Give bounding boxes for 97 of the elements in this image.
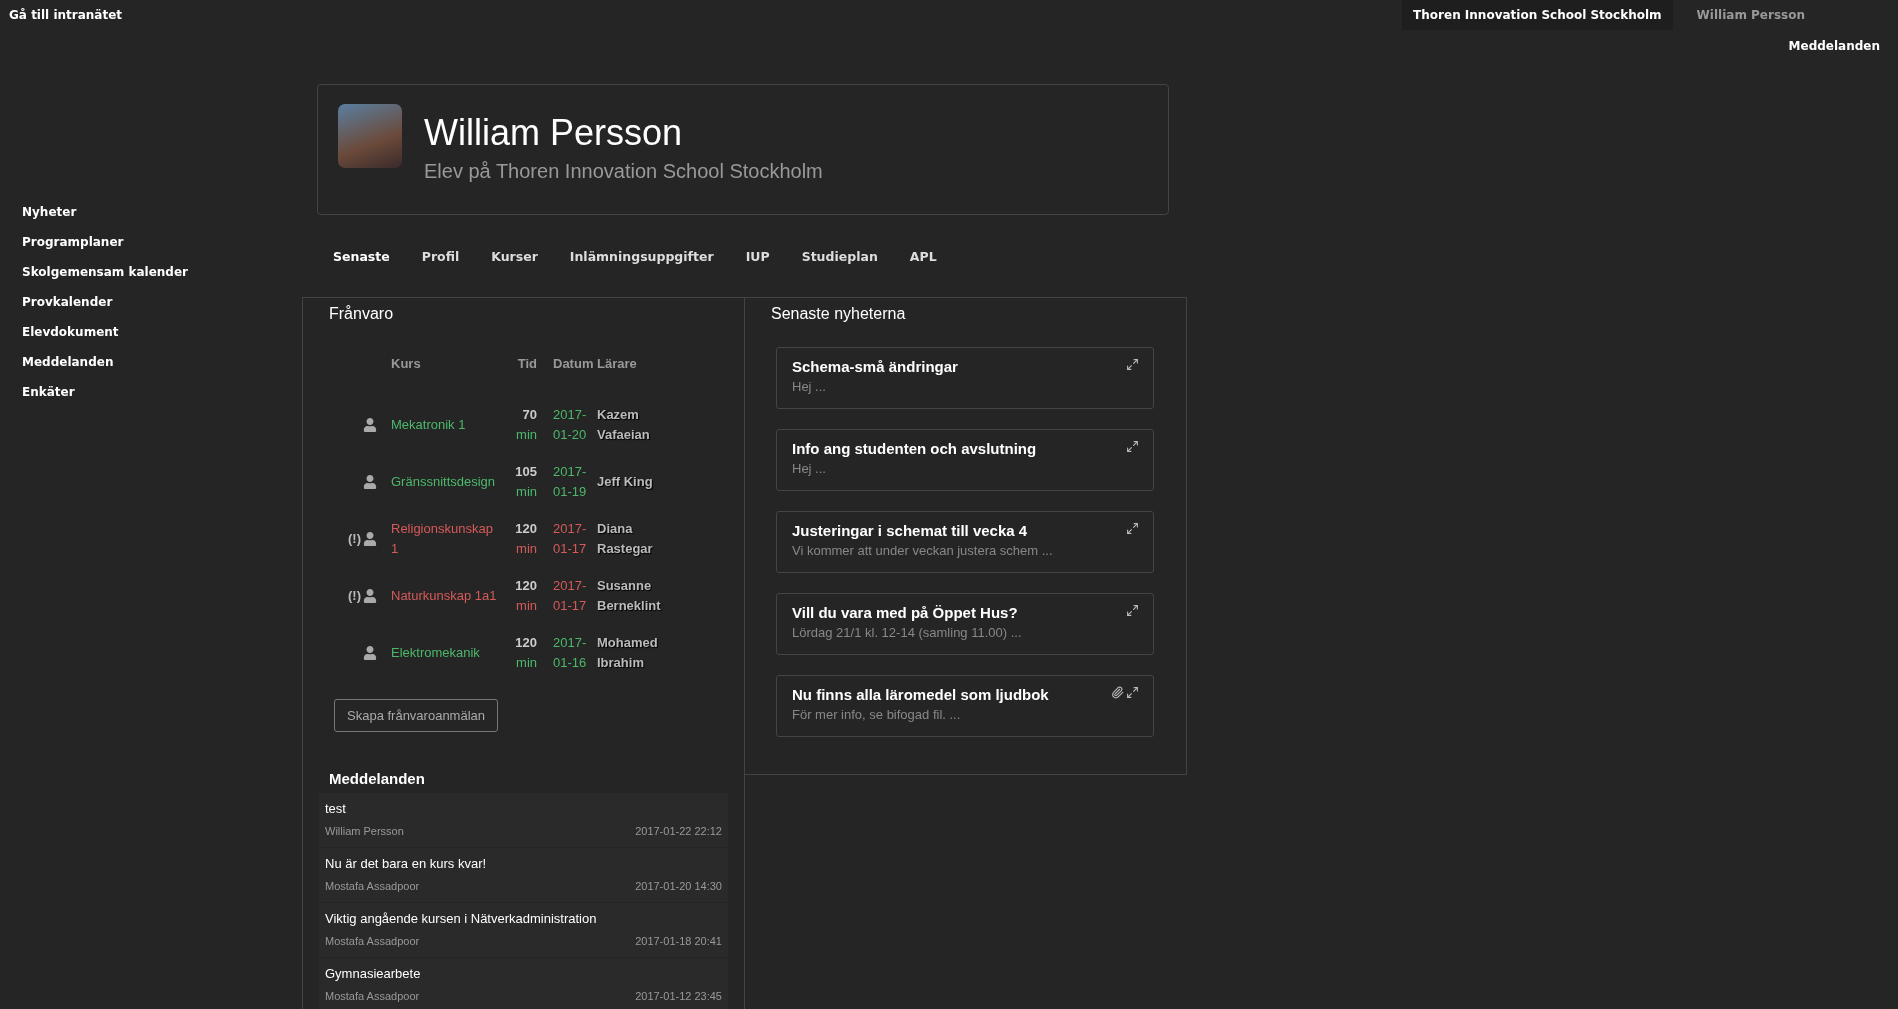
tab[interactable]: Senaste xyxy=(317,245,406,270)
news-title: Vill du vara med på Öppet Hus? xyxy=(792,604,1018,621)
column-header: Tid xyxy=(516,356,537,373)
tab[interactable]: Profil xyxy=(405,245,476,270)
message-time: 2017-01-18 20:41 xyxy=(635,935,722,947)
create-absence-button[interactable]: Skapa frånvaroanmälan xyxy=(334,699,499,732)
message-item[interactable]: Gymnasiearbete Mostafa Assadpoor 2017-01-12 23:45 xyxy=(319,958,728,1009)
school-link[interactable]: Thoren Innovation School Stockholm xyxy=(1402,0,1673,30)
message-time: 2017-01-20 14:30 xyxy=(635,880,722,892)
news-card[interactable]: Vill du vara med på Öppet Hus? Lördag 21/1 kl. 12-14 (samling 11.00) ... xyxy=(776,593,1154,655)
intranet-link[interactable]: Gå till intranätet xyxy=(0,0,132,30)
sidebar-item[interactable]: Enkäter xyxy=(22,384,302,400)
message-item[interactable]: Viktig angående kursen i Nätverkadministration Mostafa Assadpoor 2017-01-18 20:41 xyxy=(319,903,728,957)
teacher-name: Kazem Vafaeian xyxy=(597,405,651,444)
absence-minutes: 120 xyxy=(515,576,537,595)
expand-icon[interactable] xyxy=(1126,522,1139,535)
sidebar-item[interactable]: Elevdokument xyxy=(22,324,302,340)
person-icon xyxy=(363,474,377,489)
person-icon xyxy=(363,417,377,432)
teacher-name: Jeff King xyxy=(597,472,654,491)
message-subject: Viktig angående kursen i Nätverkadministration xyxy=(325,911,598,926)
news-card[interactable]: Justeringar i schemat till vecka 4 Vi kommer att under veckan justera schem ... xyxy=(776,511,1154,573)
person-icon xyxy=(363,588,377,603)
absence-date: 2017-01-17 xyxy=(552,576,588,615)
news-card[interactable]: Schema-små ändringar Hej ... xyxy=(776,347,1154,409)
absence-date: 2017-01-19 xyxy=(552,462,588,501)
news-excerpt: Lördag 21/1 kl. 12-14 (samling 11.00) ... xyxy=(792,625,1023,640)
message-item[interactable]: test William Persson 2017-01-22 22:12 xyxy=(319,793,728,847)
course-name[interactable]: Naturkunskap 1a1 xyxy=(391,585,497,606)
absence-date: 2017-01-20 xyxy=(552,405,588,444)
absence-unit: min xyxy=(516,539,537,558)
message-subject: Gymnasiearbete xyxy=(325,966,422,981)
news-card[interactable]: Info ang studenten och avslutning Hej ... xyxy=(776,429,1154,491)
warning-label: (!) xyxy=(348,586,361,605)
message-author: Mostafa Assadpoor xyxy=(325,935,420,947)
tab[interactable]: IUP xyxy=(729,245,786,270)
message-author: Mostafa Assadpoor xyxy=(325,880,420,892)
sidebar-item[interactable]: Nyheter xyxy=(22,204,302,220)
messages-link[interactable]: Meddelanden xyxy=(1788,32,1880,60)
course-name[interactable]: Gränssnittsdesign xyxy=(391,471,496,492)
sidebar-item[interactable]: Meddelanden xyxy=(22,354,302,370)
absence-unit: min xyxy=(516,482,537,501)
absence-minutes: 120 xyxy=(515,633,537,652)
absence-unit: min xyxy=(516,425,537,444)
message-time: 2017-01-22 22:12 xyxy=(635,825,722,837)
profile-name: William Persson xyxy=(424,112,684,154)
teacher-name: Susanne Berneklint xyxy=(597,576,662,615)
news-title: Schema-små ändringar xyxy=(792,358,958,375)
absence-date: 2017-01-16 xyxy=(552,633,588,672)
sidebar-item[interactable]: Provkalender xyxy=(22,294,302,310)
teacher-name: Diana Rastegar xyxy=(597,519,654,558)
tab[interactable]: APL xyxy=(893,245,953,270)
warning-label: (!) xyxy=(348,529,361,548)
message-subject: test xyxy=(325,801,347,816)
profile-subtitle: Elev på Thoren Innovation School Stockholm xyxy=(424,160,823,183)
photo-placeholder xyxy=(338,104,402,168)
column-header: Lärare xyxy=(597,356,638,373)
message-author: Mostafa Assadpoor xyxy=(325,990,420,1002)
expand-icon[interactable] xyxy=(1126,686,1139,699)
column-header: Datum xyxy=(552,356,595,373)
sidebar-item[interactable]: Programplaner xyxy=(22,234,302,250)
sidebar-item[interactable]: Skolgemensam kalender xyxy=(22,264,302,280)
tab[interactable]: Inlämningsuppgifter xyxy=(553,245,730,270)
absence-minutes: 70 xyxy=(522,405,537,424)
column-header: Kurs xyxy=(391,356,422,373)
absence-minutes: 120 xyxy=(515,519,537,538)
tab[interactable]: Kurser xyxy=(475,245,554,270)
message-item[interactable]: Nu är det bara en kurs kvar! Mostafa Assadpoor 2017-01-20 14:30 xyxy=(319,848,728,902)
panel-title: Frånvaro xyxy=(328,304,395,324)
news-excerpt: Hej ... xyxy=(792,461,827,476)
absence-unit: min xyxy=(516,596,537,615)
message-subject: Nu är det bara en kurs kvar! xyxy=(325,856,488,871)
news-title: Nu finns alla läromedel som ljudbok xyxy=(792,686,1049,703)
absence-minutes: 105 xyxy=(515,462,537,481)
news-excerpt: Hej ... xyxy=(792,379,827,394)
messages-title: Meddelanden xyxy=(329,770,426,787)
person-icon xyxy=(363,645,377,660)
message-author: William Persson xyxy=(325,825,404,837)
teacher-name: Mohamed Ibrahim xyxy=(597,633,659,672)
expand-icon[interactable] xyxy=(1126,604,1139,617)
person-icon xyxy=(363,531,377,546)
news-title: Justeringar i schemat till vecka 4 xyxy=(792,522,1028,539)
course-name[interactable]: Elektromekanik xyxy=(391,642,480,663)
news-excerpt: Vi kommer att under veckan justera schem ... xyxy=(792,543,1054,558)
panel-title: Senaste nyheterna xyxy=(770,304,907,324)
course-name[interactable]: Mekatronik 1 xyxy=(391,414,466,435)
user-link[interactable]: William Persson xyxy=(1672,0,1820,30)
absence-date: 2017-01-17 xyxy=(552,519,588,558)
absence-unit: min xyxy=(516,653,537,672)
news-excerpt: För mer info, se bifogad fil. ... xyxy=(792,707,962,722)
news-title: Info ang studenten och avslutning xyxy=(792,440,1037,457)
expand-icon[interactable] xyxy=(1126,358,1139,371)
message-time: 2017-01-12 23:45 xyxy=(635,990,722,1002)
news-card[interactable]: Nu finns alla läromedel som ljudbok För mer info, se bifogad fil. ... xyxy=(776,675,1154,737)
course-name[interactable]: Religionskunskap 1 xyxy=(391,518,503,559)
tab[interactable]: Studieplan xyxy=(785,245,894,270)
expand-icon[interactable] xyxy=(1126,440,1139,453)
